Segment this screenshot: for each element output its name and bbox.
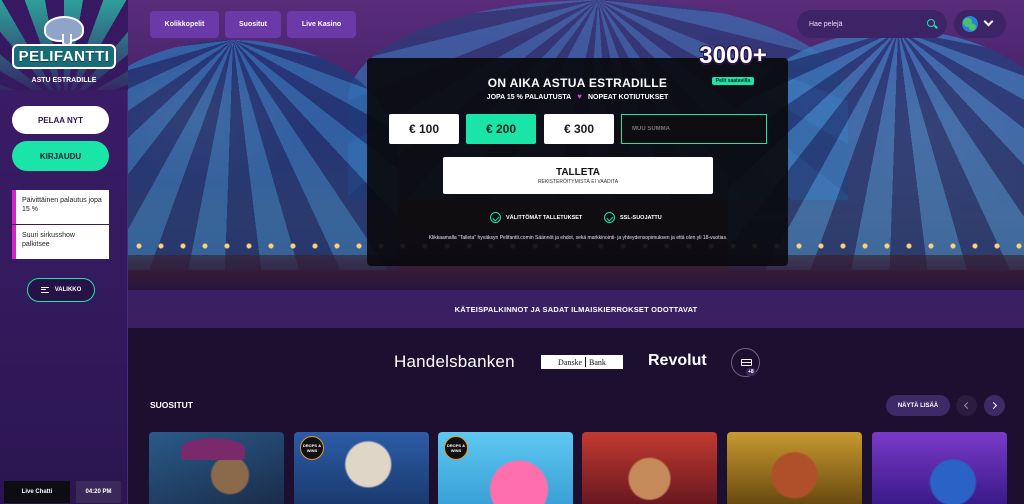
carousel-next-button[interactable] <box>984 395 1005 416</box>
custom-amount-input[interactable] <box>621 114 767 144</box>
handelsbanken-logo: Handelsbanken <box>394 352 515 371</box>
game-tile[interactable] <box>582 432 717 504</box>
deposit-subtitle: JOPA 15 % PALAUTUSTA ♥ NOPEAT KOTIUTUKSET <box>367 92 788 101</box>
carousel-prev-button[interactable] <box>956 395 977 416</box>
feature-label: VÄLITTÖMÄT TALLETUKSET <box>506 214 583 221</box>
sidebar: PELIFANTTI ASTU ESTRADILLE PELAA NYT KIR… <box>0 0 128 504</box>
search-input[interactable]: Hae pelejä <box>797 10 947 38</box>
search-placeholder: Hae pelejä <box>809 20 843 28</box>
feature-ssl: SSL-SUOJATTU <box>604 212 662 223</box>
revolut-logo: Revolut <box>648 352 707 369</box>
search-icon[interactable] <box>927 19 935 27</box>
promo-circus-show[interactable]: Suuri sirkusshow palkitsee <box>12 225 109 259</box>
game-tile[interactable]: DROPS & WINS <box>438 432 573 504</box>
popular-section-title: SUOSITUT <box>150 400 193 410</box>
drops-wins-badge: DROPS & WINS <box>444 436 468 460</box>
drops-wins-badge: DROPS & WINS <box>300 436 324 460</box>
show-more-button[interactable]: NÄYTÄ LISÄÄ <box>886 395 950 416</box>
logo[interactable]: PELIFANTTI <box>12 16 116 69</box>
games-count-badge: 3000+ Pelit saatavilla <box>690 42 776 85</box>
deposit-button-sublabel: REKISTERÖITYMISTÄ EI VAADITA <box>537 179 619 185</box>
amount-200-button[interactable]: € 200 <box>466 114 536 144</box>
logo-text: PELIFANTTI <box>12 44 116 69</box>
heart-icon: ♥ <box>577 92 582 101</box>
chevron-right-icon <box>989 401 998 410</box>
nav-live-casino[interactable]: Live Kasino <box>287 11 356 38</box>
credit-card-icon <box>741 359 752 366</box>
feature-label: SSL-SUOJATTU <box>620 214 662 221</box>
danske-bank-logo: Danske Bank <box>541 355 623 369</box>
tagline: ASTU ESTRADILLE <box>31 77 97 84</box>
check-circle-icon <box>604 212 615 223</box>
bank-text: Bank <box>589 357 606 367</box>
amount-100-button[interactable]: € 100 <box>389 114 459 144</box>
terms-text: Klikkaamalla "Talleta" hyväksyn Pelifant… <box>428 235 728 241</box>
page-root: PELIFANTTI ASTU ESTRADILLE PELAA NYT KIR… <box>0 0 1024 504</box>
elephant-icon <box>44 16 84 46</box>
chevron-left-icon <box>963 401 972 410</box>
clock: 04:20 PM <box>76 481 121 503</box>
game-tile[interactable]: DROPS & WINS <box>294 432 429 504</box>
promo-strip: KÄTEISPALKINNOT JA SADAT ILMAISKIERROKSE… <box>128 290 1024 328</box>
menu-label: VALIKKO <box>54 287 82 293</box>
chevron-down-icon <box>983 16 994 27</box>
nav-slots[interactable]: Kolikkopelit <box>150 11 219 38</box>
game-tile[interactable] <box>872 432 1007 504</box>
promo-daily-cashback[interactable]: Päivittäinen palautus jopa 15 % <box>12 190 109 224</box>
deposit-button[interactable]: TALLETA REKISTERÖITYMISTÄ EI VAADITA <box>443 157 713 194</box>
login-button[interactable]: KIRJAUDU <box>12 141 109 171</box>
fast-withdrawals-text: NOPEAT KOTIUTUKSET <box>587 94 669 101</box>
menu-button[interactable]: VALIKKO <box>27 278 95 302</box>
check-circle-icon <box>490 212 501 223</box>
more-payment-methods[interactable]: +8 <box>731 348 760 377</box>
games-count: 3000+ <box>699 42 767 69</box>
live-chat-button[interactable]: Live Chatti <box>4 481 70 503</box>
amount-300-button[interactable]: € 300 <box>544 114 614 144</box>
menu-icon <box>40 287 49 293</box>
danske-text: Danske <box>558 357 583 367</box>
play-now-button[interactable]: PELAA NYT <box>12 106 109 134</box>
more-count: +8 <box>746 368 756 376</box>
game-tile[interactable] <box>727 432 862 504</box>
language-selector[interactable] <box>954 10 1006 38</box>
games-count-label: Pelit saatavilla <box>711 77 755 85</box>
cashback-text: JOPA 15 % PALAUTUSTA <box>486 94 572 101</box>
globe-icon <box>962 16 978 32</box>
deposit-button-label: TALLETA <box>555 167 601 178</box>
nav-popular[interactable]: Suositut <box>225 11 281 38</box>
danske-divider <box>585 357 587 367</box>
game-tile[interactable] <box>149 432 284 504</box>
feature-instant-deposits: VÄLITTÖMÄT TALLETUKSET <box>490 212 582 223</box>
